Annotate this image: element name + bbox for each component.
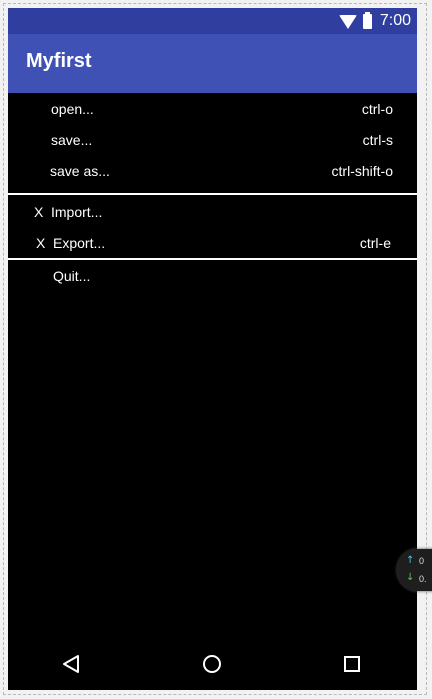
home-icon[interactable] [201, 653, 223, 675]
upload-arrow-icon: ↑ [406, 555, 415, 566]
menu-item-shortcut: ctrl-o [361, 101, 393, 117]
menu-item-shortcut: ctrl-s [362, 132, 393, 148]
menu-item-export[interactable]: X Export... ctrl-e [8, 227, 417, 258]
menu-item-label: Export... [53, 235, 106, 251]
network-speed-widget[interactable]: ↑ 0 ↓ 0. [397, 549, 432, 591]
app-title: Myfirst [26, 50, 92, 72]
status-clock: 7:00 [379, 12, 411, 29]
status-bar: 7:00 [8, 8, 417, 34]
navigation-bar [8, 639, 417, 690]
recents-icon[interactable] [341, 653, 363, 675]
download-value: 0. [419, 574, 427, 584]
app-bar: Myfirst [8, 34, 417, 93]
menu-item-open[interactable]: open... ctrl-o [8, 93, 417, 124]
menu-item-label: save... [51, 132, 93, 148]
menu-item-quit[interactable]: Quit... [8, 260, 417, 291]
menu-divider [8, 193, 417, 195]
menu-item-label: Quit... [53, 268, 91, 284]
wifi-icon [338, 15, 357, 29]
download-arrow-icon: ↓ [406, 572, 415, 583]
upload-value: 0 [419, 556, 425, 566]
check-mark: X [36, 235, 46, 251]
menu-item-import[interactable]: X Import... [8, 196, 417, 227]
menu-item-shortcut: ctrl-e [359, 235, 391, 251]
device-screen: 7:00 Myfirst open... ctrl-o save... ctrl… [8, 8, 417, 690]
menu-item-label: save as... [50, 163, 110, 179]
back-icon[interactable] [60, 653, 82, 675]
status-icons: 7:00 [338, 11, 411, 31]
battery-icon [362, 11, 372, 29]
check-mark: X [34, 204, 44, 220]
menu-item-shortcut: ctrl-shift-o [331, 163, 393, 179]
menu-item-save-as[interactable]: save as... ctrl-shift-o [8, 155, 417, 186]
menu-item-label: open... [51, 101, 94, 117]
menu-item-label: Import... [51, 204, 103, 220]
menu-item-save[interactable]: save... ctrl-s [8, 124, 417, 155]
